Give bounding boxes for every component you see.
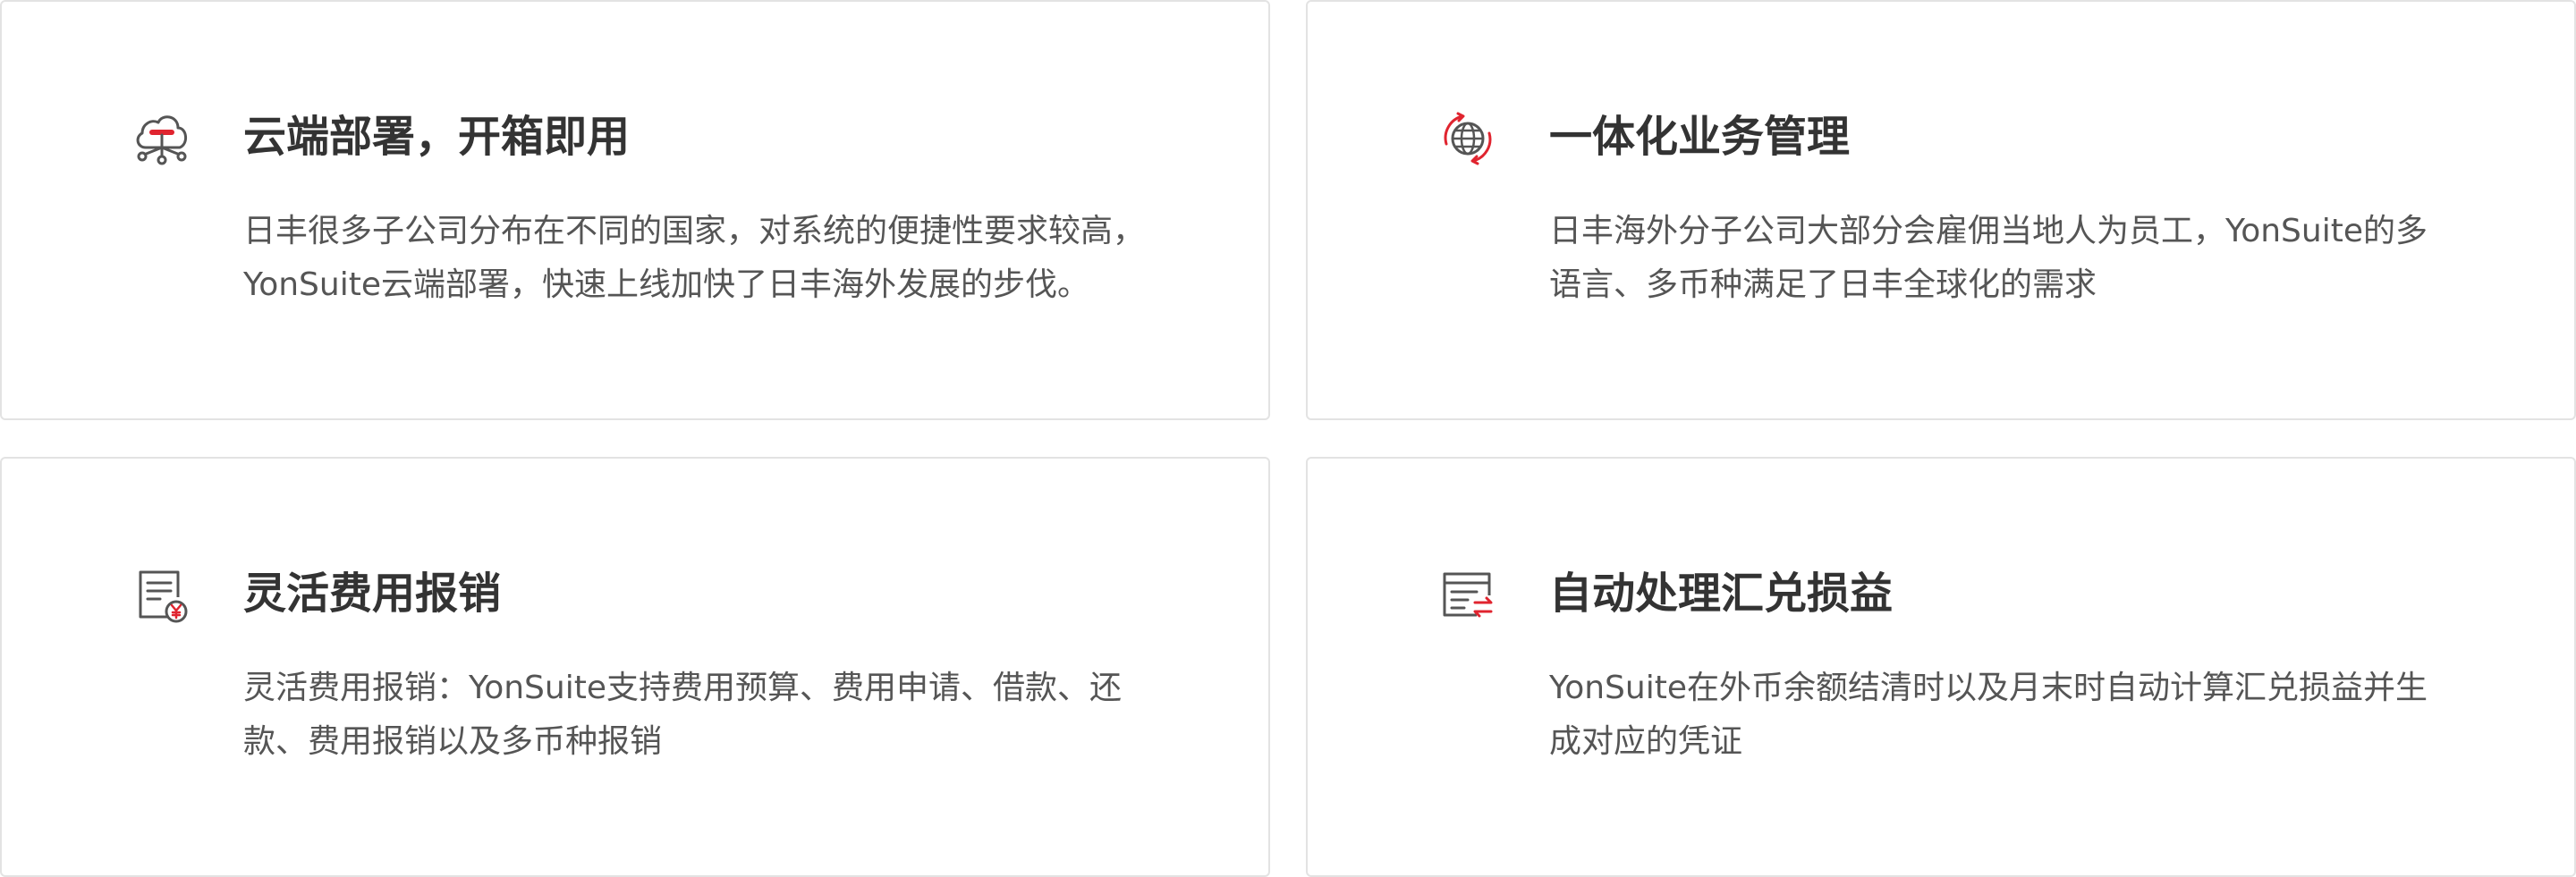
globe-refresh-icon — [1437, 108, 1498, 169]
card-title: 一体化业务管理 — [1549, 112, 1851, 162]
feature-card-exchange-gain-loss: 自动处理汇兑损益 YonSuite在外币余额结清时以及月末时自动计算汇兑损益并生… — [1306, 457, 2576, 877]
card-description: 日丰海外分子公司大部分会雇佣当地人为员工，YonSuite的多语言、多币种满足了… — [1549, 213, 2428, 303]
expense-document-icon — [131, 565, 192, 626]
feature-card-integrated-management: 一体化业务管理 日丰海外分子公司大部分会雇佣当地人为员工，YonSuite的多语… — [1306, 0, 2576, 420]
feature-grid: 云端部署，开箱即用 日丰很多子公司分布在不同的国家，对系统的便捷性要求较高，Yo… — [0, 0, 2576, 877]
card-description: YonSuite在外币余额结清时以及月末时自动计算汇兑损益并生成对应的凭证 — [1549, 670, 2428, 760]
card-description: 日丰很多子公司分布在不同的国家，对系统的便捷性要求较高，YonSuite云端部署… — [243, 213, 1146, 303]
feature-card-cloud-deploy: 云端部署，开箱即用 日丰很多子公司分布在不同的国家，对系统的便捷性要求较高，Yo… — [0, 0, 1270, 420]
card-description: 灵活费用报销：YonSuite支持费用预算、费用申请、借款、还款、费用报销以及多… — [243, 670, 1122, 760]
exchange-window-icon — [1437, 565, 1498, 626]
cloud-deploy-icon — [131, 108, 192, 169]
feature-card-expense-reimbursement: 灵活费用报销 灵活费用报销：YonSuite支持费用预算、费用申请、借款、还款、… — [0, 457, 1270, 877]
card-title: 云端部署，开箱即用 — [243, 112, 631, 162]
card-title: 自动处理汇兑损益 — [1549, 569, 1894, 619]
card-title: 灵活费用报销 — [243, 569, 502, 619]
